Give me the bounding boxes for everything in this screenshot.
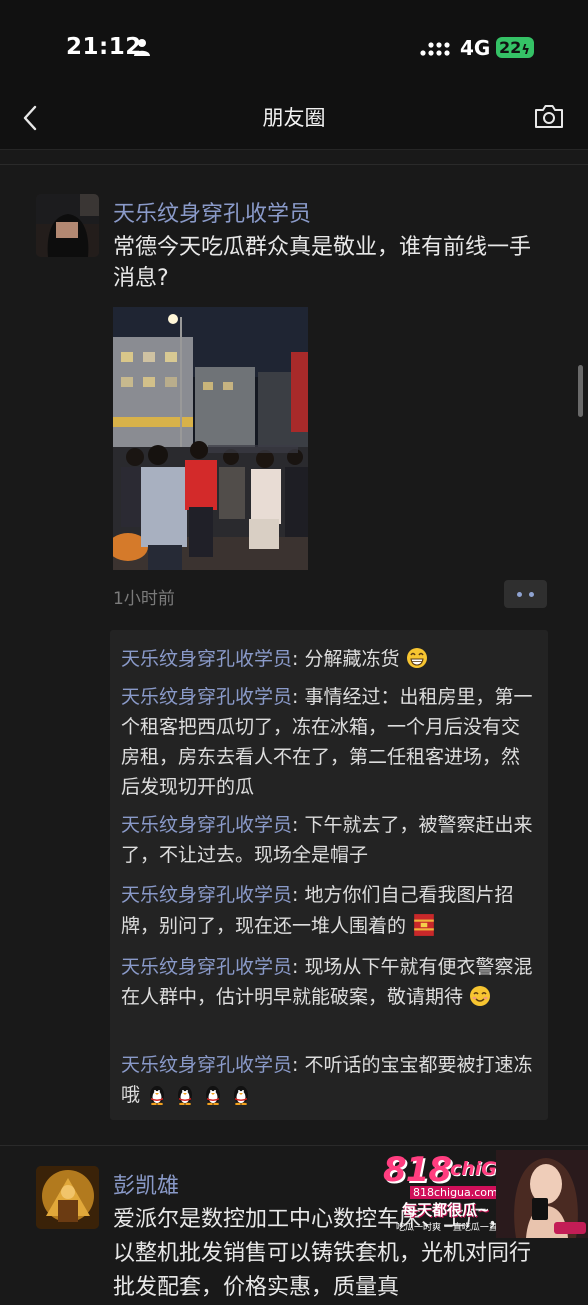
comment-author[interactable]: 天乐纹身穿孔收学员 — [121, 686, 292, 708]
penguin-emoji — [150, 1086, 165, 1105]
post-photo[interactable] — [113, 307, 308, 570]
penguin-emoji — [206, 1086, 221, 1105]
watermark-ad: 818 chiGUA 818chigua.com 每天都很瓜~ 吃瓜一时爽 一直… — [380, 1150, 588, 1238]
comment-separator: : — [292, 648, 305, 670]
person-icon — [134, 39, 150, 56]
comment-item[interactable]: 天乐纹身穿孔收学员: 事情经过：出租房里，第一个租客把西瓜切了，冻在冰箱，一个月… — [121, 682, 537, 802]
crowd-street-photo — [113, 307, 308, 570]
comment-author[interactable]: 天乐纹身穿孔收学员 — [121, 814, 292, 836]
post-author-name[interactable]: 天乐纹身穿孔收学员 — [113, 196, 311, 228]
watermark-url: 818chigua.com — [410, 1186, 501, 1199]
dot-icon — [517, 592, 522, 597]
avatar-photo — [36, 1166, 99, 1229]
firecracker-emoji — [414, 914, 434, 936]
comment-author[interactable]: 天乐纹身穿孔收学员 — [121, 1054, 292, 1076]
penguin-emoji — [178, 1086, 193, 1105]
more-actions-button[interactable] — [504, 580, 547, 608]
comment-item[interactable]: 天乐纹身穿孔收学员: 不听话的宝宝都要被打速冻哦 — [121, 1050, 537, 1110]
camera-icon[interactable] — [534, 103, 564, 129]
comment-separator: : — [292, 686, 305, 708]
charging-bolt-icon: ϟ — [521, 43, 530, 58]
page-title: 朋友圈 — [262, 106, 326, 130]
penguin-emoji — [234, 1086, 249, 1105]
grin-emoji — [406, 648, 427, 668]
battery-icon: 22 ϟ — [496, 37, 534, 58]
status-bar: 21:12 4G 22 ϟ — [0, 0, 588, 95]
avatar[interactable] — [36, 194, 99, 257]
watermark-slogan: 每天都很瓜~ — [402, 1201, 490, 1219]
comment-separator: : — [292, 814, 305, 836]
network-type: 4G — [460, 36, 491, 60]
comment-item[interactable]: 天乐纹身穿孔收学员: 下午就去了，被警察赶出来了，不让过去。现场全是帽子 — [121, 810, 537, 870]
battery-level: 22 — [499, 38, 522, 57]
comment-author[interactable]: 天乐纹身穿孔收学员 — [121, 956, 292, 978]
watermark-subtext: 吃瓜一时爽 一直吃瓜一直爽! — [396, 1223, 511, 1233]
comment-author[interactable]: 天乐纹身穿孔收学员 — [121, 884, 292, 906]
comment-item[interactable]: 天乐纹身穿孔收学员: 地方你们自己看我图片招牌，别问了，现在还一堆人围着的 — [121, 880, 537, 941]
comment-item[interactable]: 天乐纹身穿孔收学员: 现场从下午就有便衣警察混在人群中，估计明早就能破案，敬请期… — [121, 952, 537, 1012]
watermark-model-image — [496, 1150, 588, 1238]
avatar-photo — [36, 194, 99, 257]
previous-post-edge — [0, 150, 588, 165]
comments-section: 天乐纹身穿孔收学员: 分解藏冻货 天乐纹身穿孔收学员: 事情经过：出租房里，第一… — [110, 630, 548, 1120]
signal-icon — [420, 42, 450, 56]
status-time: 21:12 — [66, 34, 142, 60]
comment-separator: : — [292, 884, 305, 906]
post-timestamp: 1小时前 — [113, 589, 175, 609]
comment-text: 分解藏冻货 — [304, 648, 400, 670]
comment-separator: : — [292, 956, 305, 978]
comment-separator: : — [292, 1054, 305, 1076]
scrollbar[interactable] — [578, 365, 583, 417]
comment-author[interactable]: 天乐纹身穿孔收学员 — [121, 648, 292, 670]
watermark-brand: 818 — [383, 1150, 452, 1190]
avatar[interactable] — [36, 1166, 99, 1229]
post-text: 常德今天吃瓜群众真是敬业，谁有前线一手消息? — [113, 235, 532, 291]
post-author-name[interactable]: 彭凯雄 — [113, 1168, 179, 1200]
smile-emoji — [470, 986, 491, 1006]
dot-icon — [529, 592, 534, 597]
post-divider — [0, 1145, 588, 1146]
comment-item[interactable]: 天乐纹身穿孔收学员: 分解藏冻货 — [121, 644, 537, 674]
navigation-bar: 朋友圈 — [0, 95, 588, 150]
